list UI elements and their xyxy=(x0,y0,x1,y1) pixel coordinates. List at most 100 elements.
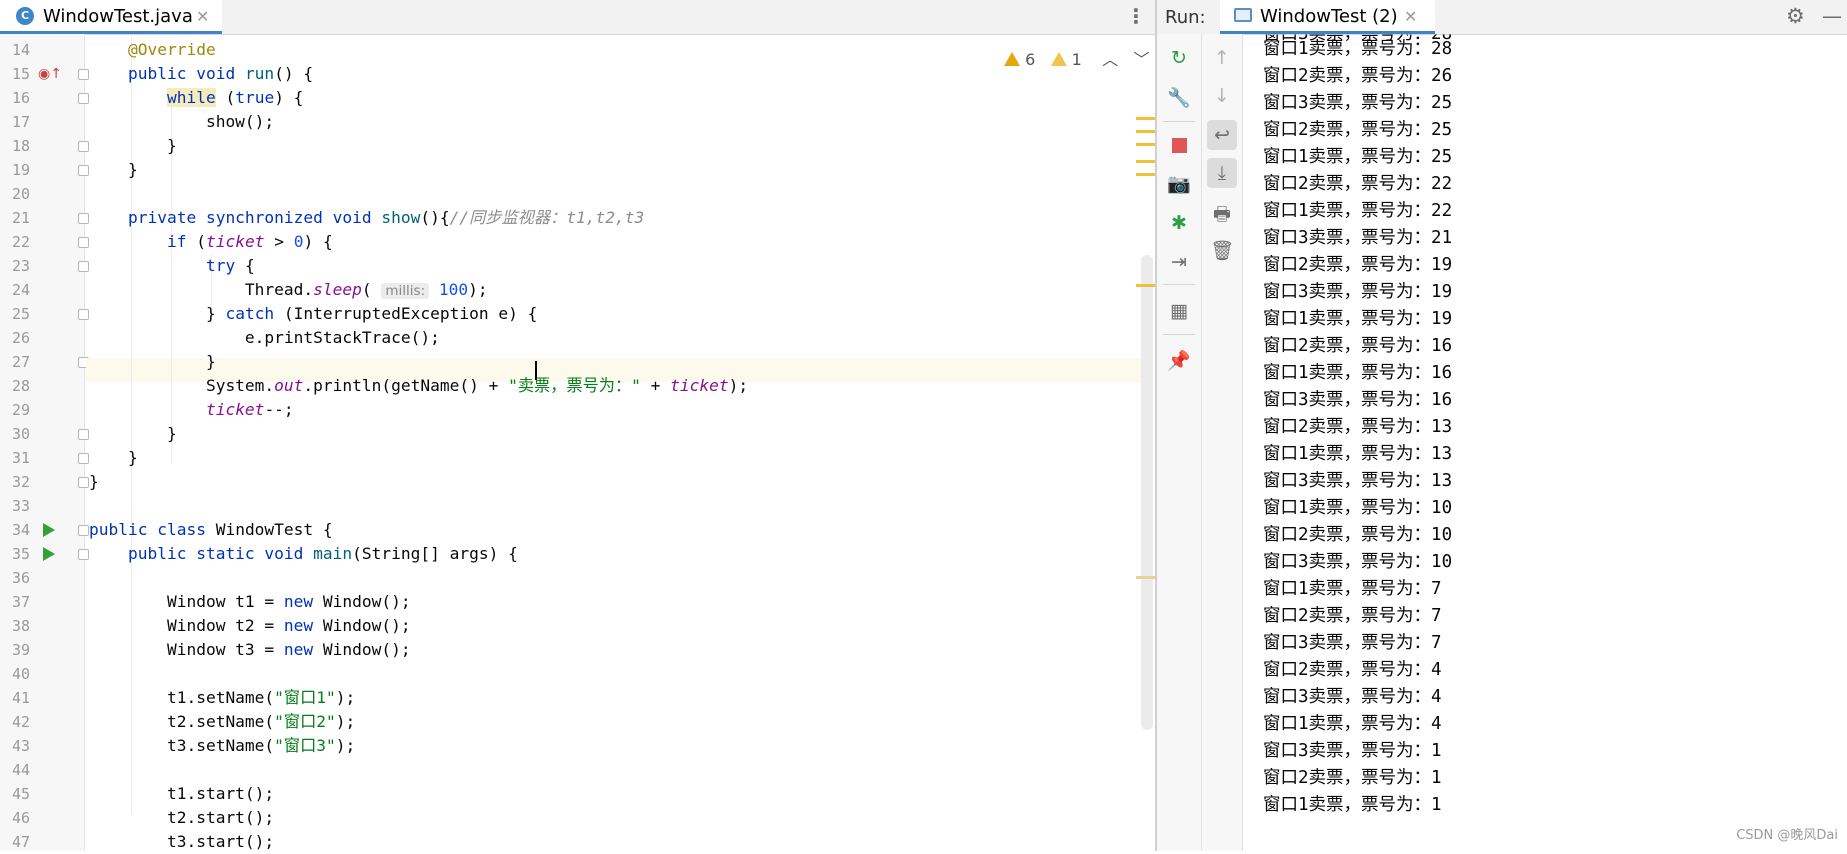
line-number: 17 xyxy=(11,113,30,131)
console-line: 窗口3卖票，票号为：10 xyxy=(1263,552,1453,572)
warning-marker[interactable] xyxy=(1136,143,1155,146)
code-token: private synchronized void xyxy=(127,208,382,227)
camera-icon[interactable]: 📷 xyxy=(1164,169,1194,199)
next-highlight-icon[interactable]: ﹀ xyxy=(1133,50,1149,69)
warning-marker[interactable] xyxy=(1136,284,1155,287)
code-line[interactable]: Window t3 = new Window(); xyxy=(89,638,411,662)
layout-icon[interactable]: ▦ xyxy=(1164,296,1194,326)
code-token: "窗口2" xyxy=(274,712,336,731)
code-line[interactable]: System.out.println(getName() + "卖票，票号为："… xyxy=(89,374,748,398)
override-method-icon[interactable]: ◉↑ xyxy=(38,66,62,82)
code-line[interactable]: private synchronized void show(){//同步监视器… xyxy=(89,206,644,230)
code-line[interactable]: } xyxy=(89,446,138,470)
inspection-widget[interactable]: 6 1 ︿ ﹀ xyxy=(1004,46,1149,69)
code-token: Window t3 = xyxy=(89,640,284,659)
code-line[interactable]: t3.start(); xyxy=(89,830,274,854)
code-token: { xyxy=(235,256,255,275)
code-line[interactable]: public static void main(String[] args) { xyxy=(89,542,518,566)
editor-tab-title[interactable]: WindowTest.java xyxy=(43,6,193,27)
run-tab-title[interactable]: WindowTest (2) xyxy=(1260,6,1398,27)
code-line[interactable]: } catch (InterruptedException e) { xyxy=(89,302,537,326)
code-line[interactable]: show(); xyxy=(89,110,274,134)
code-token: ticket xyxy=(670,376,729,395)
console-line: 窗口3卖票，票号为：16 xyxy=(1263,390,1453,410)
code-line[interactable]: } xyxy=(89,158,138,182)
line-number: 18 xyxy=(11,137,30,155)
code-line[interactable]: e.printStackTrace(); xyxy=(89,326,440,350)
code-editor[interactable]: @Override public void run() { while (tru… xyxy=(86,34,1141,851)
line-numbers: 14 15 16 17 18 19 20 21 22 23 24 25 26 27 28 29 30 31 32 33… xyxy=(0,34,89,851)
console-output[interactable]: 窗口3卖票，票号为：28 窗口1卖票，票号为：28 窗口2卖票，票号为：26 窗口3… xyxy=(1263,34,1847,851)
close-run-tab-icon[interactable]: ✕ xyxy=(1404,7,1417,26)
code-line[interactable]: t2.setName("窗口2"); xyxy=(89,710,355,734)
warning-marker[interactable] xyxy=(1136,173,1155,176)
line-number: 19 xyxy=(11,161,30,179)
code-token: new xyxy=(283,592,314,611)
code-token: ticket xyxy=(205,400,265,419)
code-line[interactable]: } xyxy=(89,134,177,158)
code-line[interactable]: } xyxy=(89,470,99,494)
wrench-icon[interactable]: 🔧 xyxy=(1164,83,1194,113)
close-tab-icon[interactable]: ✕ xyxy=(196,7,209,26)
editor-scrollbar[interactable] xyxy=(1141,255,1153,730)
line-number: 26 xyxy=(11,329,30,347)
code-token: t2.setName( xyxy=(89,712,275,731)
rerun-icon[interactable]: ↻ xyxy=(1164,43,1194,73)
code-line[interactable]: Window t2 = new Window(); xyxy=(89,614,411,638)
code-token: e.printStackTrace(); xyxy=(89,328,440,347)
stop-icon[interactable] xyxy=(1164,130,1194,160)
toolbar-separator xyxy=(1163,334,1195,335)
code-line[interactable]: t1.setName("窗口1"); xyxy=(89,686,355,710)
code-token: t2.start(); xyxy=(89,808,275,827)
minimize-icon[interactable]: — xyxy=(1822,4,1842,28)
code-line[interactable]: public class WindowTest { xyxy=(89,518,333,542)
code-line[interactable]: Window t1 = new Window(); xyxy=(89,590,411,614)
code-line[interactable]: } xyxy=(89,422,177,446)
code-line[interactable]: if (ticket > 0) { xyxy=(89,230,333,254)
restore-layout-icon[interactable]: ⇥ xyxy=(1164,247,1194,277)
parameter-hint: millis: xyxy=(381,283,430,299)
weak-warning-icon xyxy=(1050,52,1067,66)
line-number: 20 xyxy=(11,185,30,203)
warning-marker[interactable] xyxy=(1136,117,1155,120)
more-options-icon[interactable]: ⋮ xyxy=(1126,4,1146,28)
debug-icon[interactable]: ✱ xyxy=(1164,208,1194,238)
trash-icon[interactable]: 🗑 xyxy=(1207,236,1237,266)
code-line[interactable]: Thread.sleep( millis: 100); xyxy=(89,278,488,302)
console-line: 窗口3卖票，票号为：25 xyxy=(1263,93,1453,113)
print-icon[interactable]: 🖶 xyxy=(1207,199,1237,229)
console-line: 窗口1卖票，票号为：19 xyxy=(1263,309,1453,329)
line-number: 40 xyxy=(11,665,30,683)
previous-highlight-icon[interactable]: ︿ xyxy=(1102,50,1118,69)
code-line[interactable]: ticket--; xyxy=(89,398,294,422)
code-line[interactable]: try { xyxy=(89,254,255,278)
line-number: 45 xyxy=(11,785,30,803)
soft-wrap-icon[interactable]: ↩ xyxy=(1207,120,1237,150)
code-line[interactable]: t1.start(); xyxy=(89,782,274,806)
arrow-down-icon[interactable]: ↓ xyxy=(1207,81,1237,111)
arrow-up-icon[interactable]: ↑ xyxy=(1207,43,1237,73)
watermark: CSDN @晚风Dai xyxy=(1736,828,1838,843)
code-line[interactable]: t3.setName("窗口3"); xyxy=(89,734,355,758)
code-line[interactable]: t2.start(); xyxy=(89,806,274,830)
warning-marker[interactable] xyxy=(1136,160,1155,163)
console-line: 窗口3卖票，票号为：1 xyxy=(1263,741,1442,761)
code-token: Thread. xyxy=(89,280,314,299)
code-line[interactable]: public void run() { xyxy=(89,62,313,86)
pin-icon[interactable]: 📌 xyxy=(1164,346,1194,376)
warning-marker[interactable] xyxy=(1136,130,1155,133)
code-token: ticket xyxy=(205,232,265,251)
code-line[interactable]: while (true) { xyxy=(89,86,303,110)
run-gutter-icon[interactable] xyxy=(43,547,55,561)
gear-icon[interactable]: ⚙ xyxy=(1786,4,1805,28)
code-line[interactable]: } xyxy=(89,350,216,374)
run-gutter-icon[interactable] xyxy=(43,523,55,537)
code-line[interactable]: @Override xyxy=(89,38,216,62)
info-marker[interactable] xyxy=(1136,576,1155,579)
scroll-to-end-icon[interactable]: ⤓ xyxy=(1207,158,1237,188)
code-token: true xyxy=(235,88,275,107)
